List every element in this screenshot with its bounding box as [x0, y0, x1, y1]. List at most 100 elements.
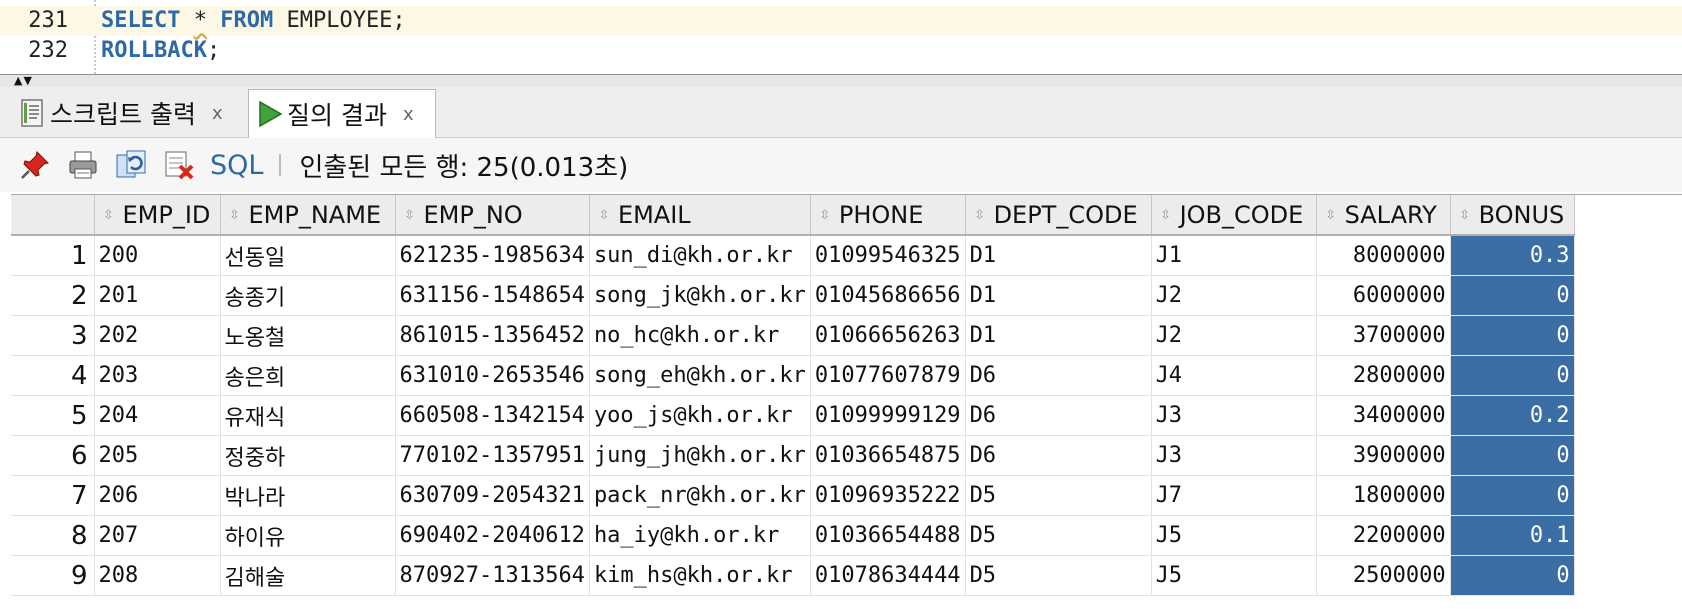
- cell-bonus[interactable]: 0: [1450, 315, 1575, 356]
- cell-emp-name[interactable]: 정중하: [220, 435, 396, 476]
- cell-dept-code[interactable]: D1: [965, 235, 1152, 276]
- cell-phone[interactable]: 01096935222: [810, 475, 966, 516]
- cell-emp-no[interactable]: 690402-2040612: [395, 515, 590, 556]
- sort-icon[interactable]: ⇳: [594, 209, 614, 222]
- cell-emp-name[interactable]: 박나라: [220, 475, 396, 516]
- cell-dept-code[interactable]: D6: [965, 355, 1152, 396]
- cell-salary[interactable]: 6000000: [1316, 275, 1451, 316]
- cell-emp-no[interactable]: 630709-2054321: [395, 475, 590, 516]
- row-number[interactable]: 1: [11, 235, 95, 276]
- cell-emp-id[interactable]: 200: [94, 235, 221, 276]
- cell-bonus[interactable]: 0.3: [1450, 235, 1575, 276]
- cell-dept-code[interactable]: D1: [965, 275, 1152, 316]
- pin-icon[interactable]: [18, 148, 52, 182]
- cell-phone[interactable]: 01045686656: [810, 275, 966, 316]
- close-tab-button[interactable]: x: [212, 103, 223, 124]
- cell-emp-name[interactable]: 유재식: [220, 395, 396, 436]
- cell-phone[interactable]: 01099546325: [810, 235, 966, 276]
- cell-emp-name[interactable]: 송종기: [220, 275, 396, 316]
- cell-emp-id[interactable]: 203: [94, 355, 221, 396]
- cell-emp-name[interactable]: 김해술: [220, 555, 396, 596]
- clear-icon[interactable]: [162, 148, 196, 182]
- cell-email[interactable]: song_eh@kh.or.kr: [589, 355, 811, 396]
- cell-emp-no[interactable]: 631010-2653546: [395, 355, 590, 396]
- cell-job-code[interactable]: J5: [1151, 555, 1317, 596]
- table-row[interactable]: 9 208 김해술 870927-1313564 kim_hs@kh.or.kr…: [11, 555, 1575, 596]
- cell-bonus[interactable]: 0: [1450, 275, 1575, 316]
- tab-script-output[interactable]: 스크립트 출력 x: [8, 90, 244, 136]
- cell-salary[interactable]: 2800000: [1316, 355, 1451, 396]
- cell-emp-id[interactable]: 208: [94, 555, 221, 596]
- sql-button[interactable]: SQL: [210, 150, 263, 181]
- column-header-bonus[interactable]: ⇳ BONUS: [1450, 195, 1575, 236]
- cell-job-code[interactable]: J1: [1151, 235, 1317, 276]
- table-row[interactable]: 4 203 송은희 631010-2653546 song_eh@kh.or.k…: [11, 355, 1575, 396]
- column-header-salary[interactable]: ⇳ SALARY: [1316, 195, 1451, 236]
- cell-salary[interactable]: 3900000: [1316, 435, 1451, 476]
- cell-bonus[interactable]: 0: [1450, 435, 1575, 476]
- cell-job-code[interactable]: J7: [1151, 475, 1317, 516]
- tab-query-result[interactable]: 질의 결과 x: [248, 89, 436, 138]
- cell-job-code[interactable]: J2: [1151, 315, 1317, 356]
- cell-email[interactable]: song_jk@kh.or.kr: [589, 275, 811, 316]
- cell-emp-no[interactable]: 870927-1313564: [395, 555, 590, 596]
- cell-dept-code[interactable]: D5: [965, 515, 1152, 556]
- cell-emp-no[interactable]: 861015-1356452: [395, 315, 590, 356]
- cell-email[interactable]: sun_di@kh.or.kr: [589, 235, 811, 276]
- column-header-job-code[interactable]: ⇳ JOB_CODE: [1151, 195, 1317, 236]
- cell-bonus[interactable]: 0: [1450, 475, 1575, 516]
- cell-phone[interactable]: 01077607879: [810, 355, 966, 396]
- cell-bonus[interactable]: 0.1: [1450, 515, 1575, 556]
- table-row[interactable]: 2 201 송종기 631156-1548654 song_jk@kh.or.k…: [11, 275, 1575, 316]
- row-number[interactable]: 3: [11, 315, 95, 356]
- row-number[interactable]: 9: [11, 555, 95, 596]
- cell-job-code[interactable]: J2: [1151, 275, 1317, 316]
- cell-emp-no[interactable]: 621235-1985634: [395, 235, 590, 276]
- cell-emp-name[interactable]: 노옹철: [220, 315, 396, 356]
- table-row[interactable]: 7 206 박나라 630709-2054321 pack_nr@kh.or.k…: [11, 475, 1575, 516]
- cell-emp-no[interactable]: 660508-1342154: [395, 395, 590, 436]
- row-number[interactable]: 6: [11, 435, 95, 476]
- cell-bonus[interactable]: 0: [1450, 355, 1575, 396]
- close-tab-button[interactable]: x: [403, 104, 414, 125]
- cell-email[interactable]: kim_hs@kh.or.kr: [589, 555, 811, 596]
- cell-phone[interactable]: 01078634444: [810, 555, 966, 596]
- cell-emp-id[interactable]: 201: [94, 275, 221, 316]
- cell-dept-code[interactable]: D1: [965, 315, 1152, 356]
- table-row[interactable]: 3 202 노옹철 861015-1356452 no_hc@kh.or.kr …: [11, 315, 1575, 356]
- column-header-phone[interactable]: ⇳ PHONE: [810, 195, 966, 236]
- column-header-emp-no[interactable]: ⇳ EMP_NO: [395, 195, 590, 236]
- cell-emp-id[interactable]: 202: [94, 315, 221, 356]
- sort-icon[interactable]: ⇳: [1455, 209, 1475, 222]
- cell-email[interactable]: pack_nr@kh.or.kr: [589, 475, 811, 516]
- cell-emp-id[interactable]: 207: [94, 515, 221, 556]
- column-header-dept-code[interactable]: ⇳ DEPT_CODE: [965, 195, 1152, 236]
- refresh-icon[interactable]: [114, 148, 148, 182]
- cell-phone[interactable]: 01036654488: [810, 515, 966, 556]
- row-number[interactable]: 2: [11, 275, 95, 316]
- result-grid[interactable]: ⇳ EMP_ID ⇳ EMP_NAME ⇳ EMP_NO ⇳ EMAIL ⇳ PHONE …: [11, 194, 1682, 609]
- cell-bonus[interactable]: 0.2: [1450, 395, 1575, 436]
- splitter-arrows-icon[interactable]: ▲▼: [14, 75, 33, 87]
- cell-phone[interactable]: 01099999129: [810, 395, 966, 436]
- sort-icon[interactable]: ⇳: [400, 209, 420, 222]
- cell-job-code[interactable]: J3: [1151, 435, 1317, 476]
- cell-emp-name[interactable]: 송은희: [220, 355, 396, 396]
- print-icon[interactable]: [66, 148, 100, 182]
- code-line-232[interactable]: 232 ROLLBACK;: [0, 36, 1682, 66]
- cell-dept-code[interactable]: D5: [965, 475, 1152, 516]
- cell-phone[interactable]: 01066656263: [810, 315, 966, 356]
- table-row[interactable]: 6 205 정중하 770102-1357951 jung_jh@kh.or.k…: [11, 435, 1575, 476]
- code-line-231[interactable]: 231 SELECT * FROM EMPLOYEE;: [0, 6, 1682, 36]
- cell-dept-code[interactable]: D6: [965, 395, 1152, 436]
- cell-job-code[interactable]: J4: [1151, 355, 1317, 396]
- row-number[interactable]: 7: [11, 475, 95, 516]
- cell-salary[interactable]: 1800000: [1316, 475, 1451, 516]
- column-header-emp-id[interactable]: ⇳ EMP_ID: [94, 195, 221, 236]
- row-number[interactable]: 8: [11, 515, 95, 556]
- sql-editor[interactable]: 231 SELECT * FROM EMPLOYEE; 232 ROLLBACK…: [0, 0, 1682, 74]
- code-text[interactable]: SELECT * FROM EMPLOYEE;: [101, 6, 406, 36]
- cell-emp-no[interactable]: 770102-1357951: [395, 435, 590, 476]
- sort-icon[interactable]: ⇳: [1156, 209, 1176, 222]
- cell-emp-no[interactable]: 631156-1548654: [395, 275, 590, 316]
